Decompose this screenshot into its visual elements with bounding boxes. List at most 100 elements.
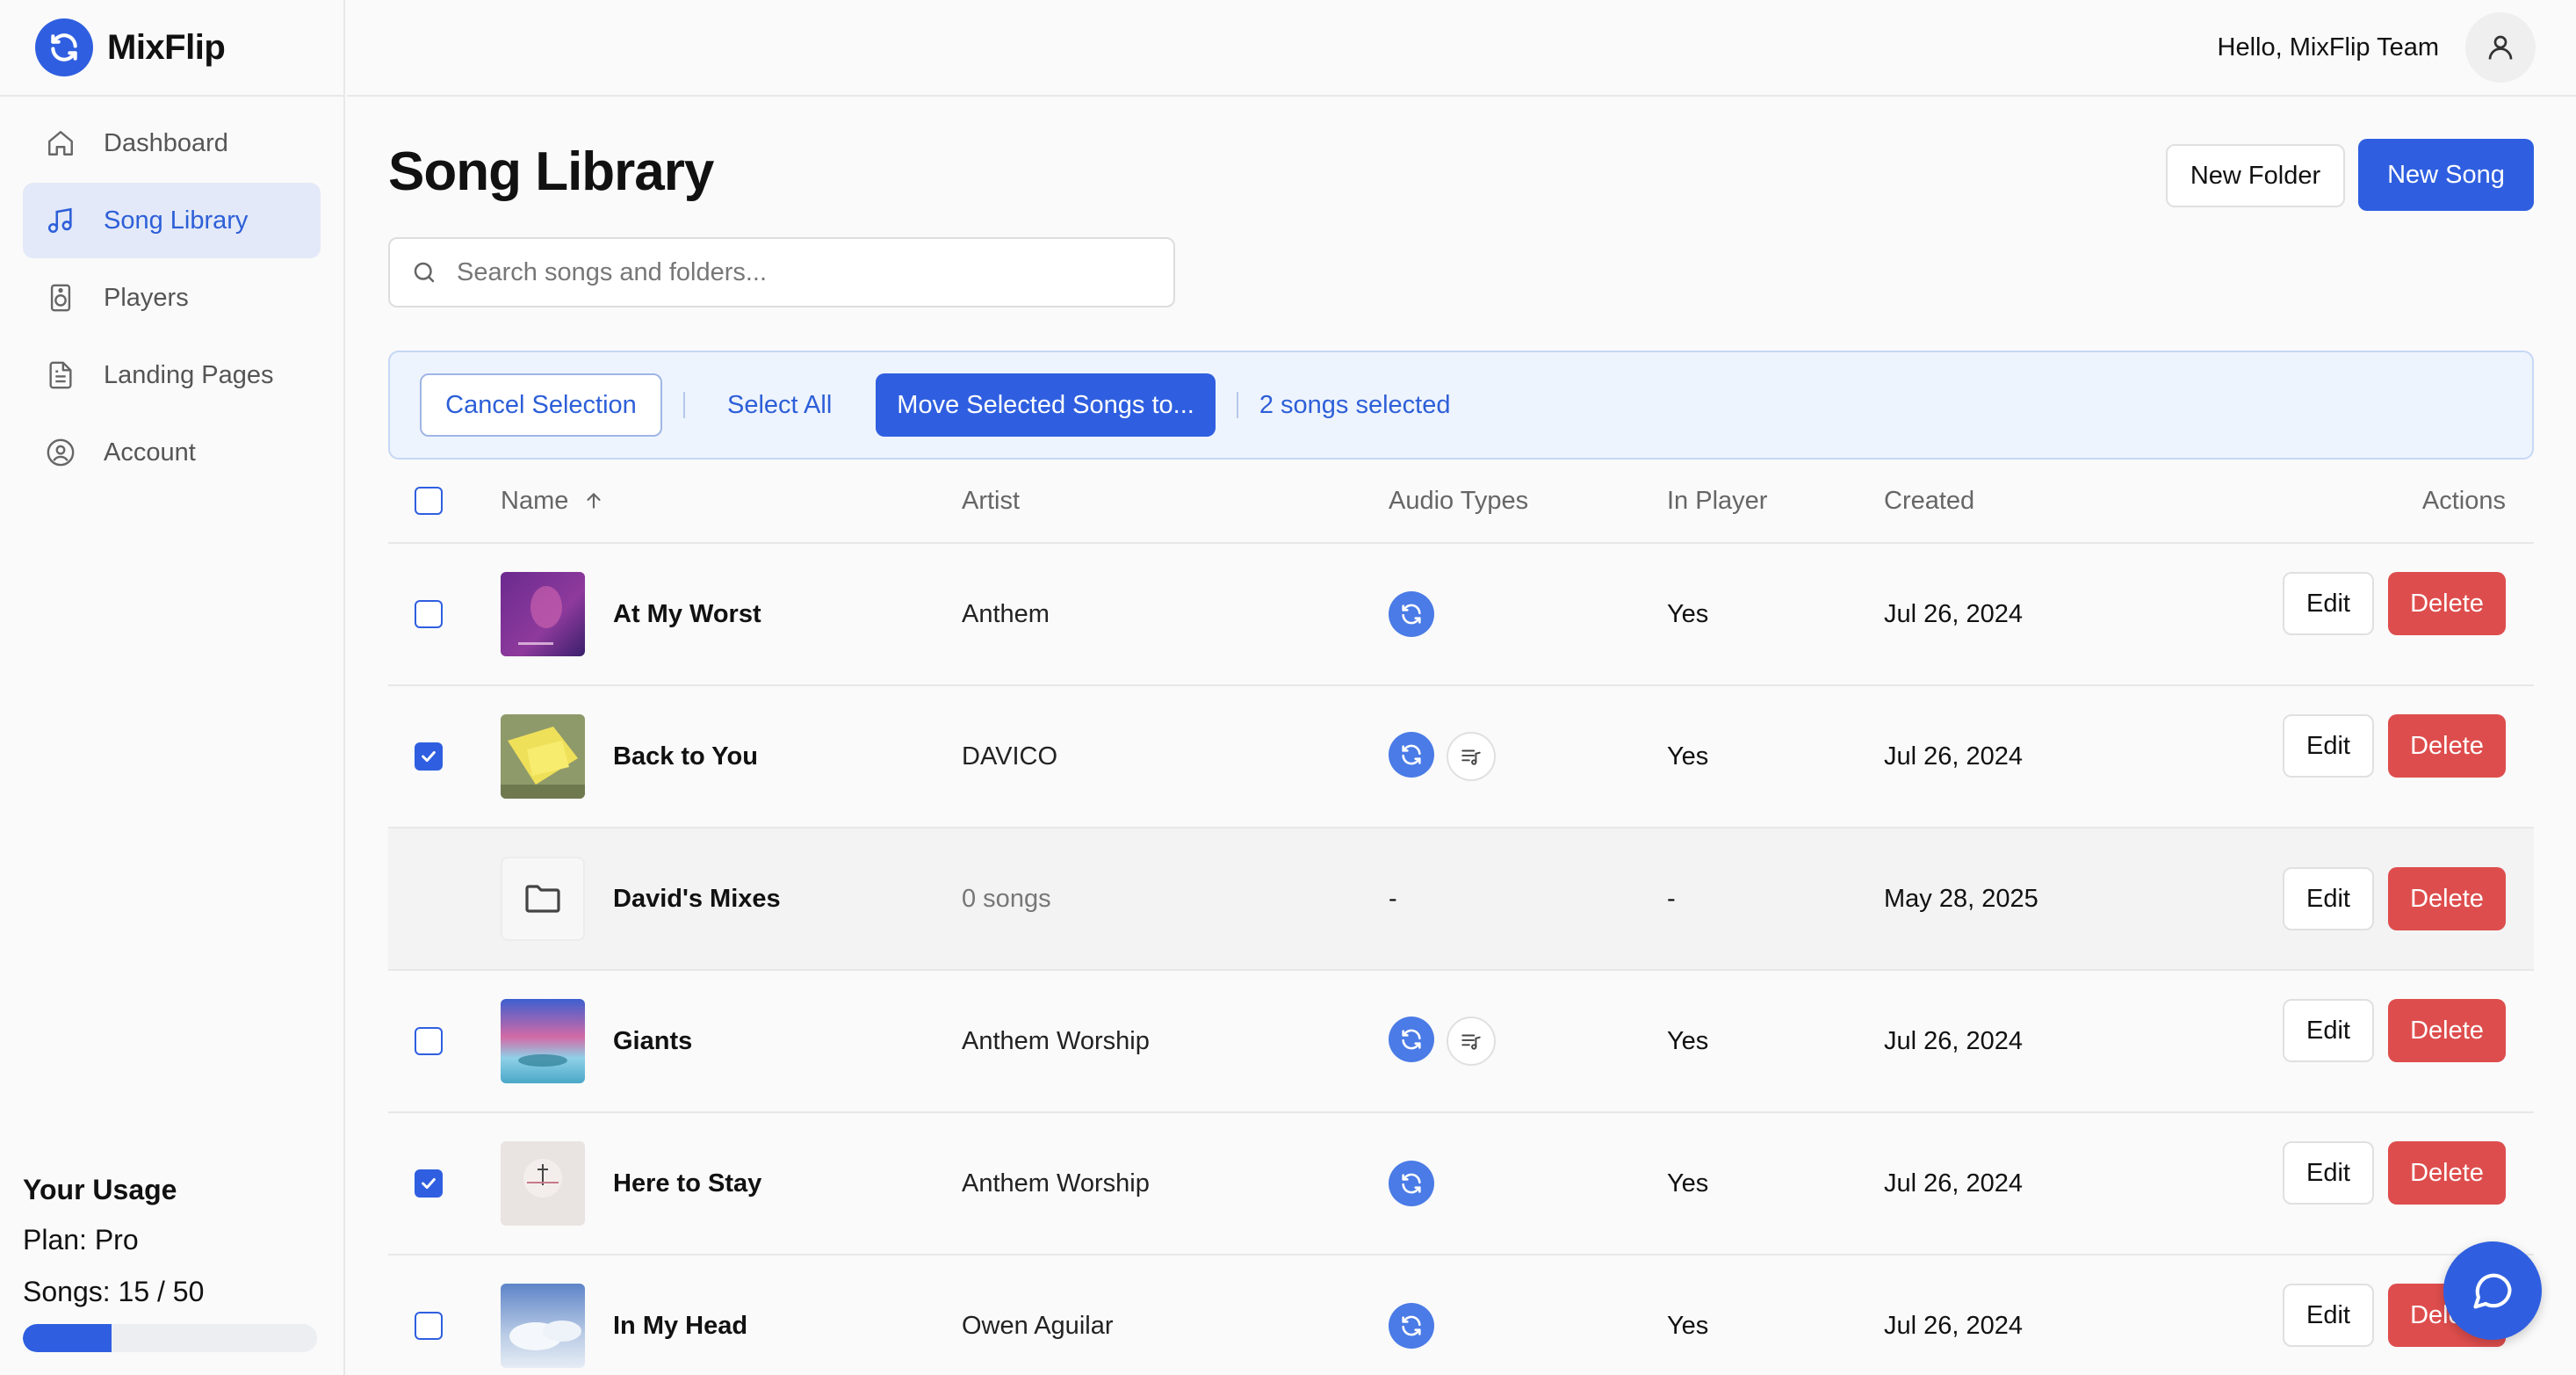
in-player-value: - <box>1667 884 1676 913</box>
main-content: Song Library New Folder New Song Cancel … <box>388 97 2534 1368</box>
in-player-value: Yes <box>1667 1026 1709 1055</box>
divider <box>1236 392 1238 418</box>
check-icon <box>422 750 436 763</box>
sync-audio-icon <box>1389 591 1434 637</box>
sidebar-nav: Dashboard Song Library Players Landing P… <box>0 0 343 492</box>
new-folder-button[interactable]: New Folder <box>2166 144 2345 207</box>
table-row[interactable]: In My Head Owen Aguilar Yes Jul 26, 2024… <box>388 1256 2534 1375</box>
playlist-audio-icon <box>1447 1017 1496 1066</box>
in-player-value: Yes <box>1667 1169 1709 1198</box>
select-all-checkbox-cell <box>415 487 443 515</box>
greeting: Hello, MixFlip Team <box>2217 33 2439 62</box>
sidebar-item-label: Landing Pages <box>104 360 274 389</box>
edit-button[interactable]: Edit <box>2283 714 2374 778</box>
song-name[interactable]: At My Worst <box>613 600 761 629</box>
chat-button[interactable] <box>2443 1241 2542 1340</box>
sidebar-item-dashboard[interactable]: Dashboard <box>23 105 321 181</box>
row-checkbox[interactable] <box>415 600 443 628</box>
created-date: Jul 26, 2024 <box>1884 1169 2024 1198</box>
sidebar: MixFlip Dashboard Song Library Players L… <box>0 0 345 1375</box>
search-box[interactable] <box>388 237 1175 308</box>
audio-types <box>1389 1303 1434 1349</box>
sidebar-item-players[interactable]: Players <box>23 260 321 336</box>
album-art <box>501 1284 585 1368</box>
speaker-icon <box>50 284 71 312</box>
song-artist: Anthem Worship <box>962 1169 1150 1198</box>
sort-ascending-icon <box>587 492 601 509</box>
delete-button[interactable]: Delete <box>2388 867 2506 930</box>
new-song-button[interactable]: New Song <box>2358 139 2534 211</box>
delete-button[interactable]: Delete <box>2388 1141 2506 1205</box>
search-icon <box>414 262 435 283</box>
search-input[interactable] <box>457 257 1142 287</box>
selection-count: 2 songs selected <box>1259 390 1451 419</box>
edit-button[interactable]: Edit <box>2283 572 2374 635</box>
created-date: May 28, 2025 <box>1884 884 2038 913</box>
song-table: Name Artist Audio Types In Player Create… <box>388 460 2534 1375</box>
album-art <box>501 572 585 656</box>
created-date: Jul 26, 2024 <box>1884 1311 2024 1340</box>
song-name[interactable]: In My Head <box>613 1312 747 1341</box>
column-header-in-player[interactable]: In Player <box>1667 487 1767 516</box>
song-name[interactable]: Giants <box>613 1027 692 1056</box>
sidebar-item-label: Dashboard <box>104 128 228 157</box>
sidebar-item-song-library[interactable]: Song Library <box>23 183 321 258</box>
document-icon <box>49 361 72 389</box>
song-artist: Owen Aguilar <box>962 1311 1114 1340</box>
chat-bubble-icon <box>2473 1273 2512 1309</box>
title-row: Song Library New Folder New Song <box>388 97 2534 237</box>
edit-button[interactable]: Edit <box>2283 1141 2374 1205</box>
user-circle-icon <box>47 438 75 467</box>
edit-button[interactable]: Edit <box>2283 1284 2374 1347</box>
edit-button[interactable]: Edit <box>2283 867 2374 930</box>
audio-types <box>1389 732 1496 781</box>
sidebar-item-account[interactable]: Account <box>23 415 321 490</box>
select-all-checkbox[interactable] <box>415 487 443 515</box>
select-all-button[interactable]: Select All <box>706 373 853 437</box>
row-checkbox[interactable] <box>415 1312 443 1340</box>
table-row[interactable]: Giants Anthem Worship Yes Jul 26, 2024 E… <box>388 971 2534 1113</box>
column-header-artist[interactable]: Artist <box>962 487 1020 516</box>
song-artist: Anthem <box>962 599 1050 628</box>
column-header-actions: Actions <box>2421 486 2506 515</box>
sidebar-item-landing-pages[interactable]: Landing Pages <box>23 337 321 413</box>
album-art <box>501 999 585 1083</box>
sidebar-item-label: Players <box>104 283 189 312</box>
folder-icon <box>501 857 585 941</box>
song-artist: DAVICO <box>962 742 1058 771</box>
delete-button[interactable]: Delete <box>2388 572 2506 635</box>
move-selected-button[interactable]: Move Selected Songs to... <box>876 373 1216 437</box>
edit-button[interactable]: Edit <box>2283 999 2374 1062</box>
in-player-value: Yes <box>1667 599 1709 628</box>
column-label: Name <box>501 486 569 515</box>
row-checkbox[interactable] <box>415 1027 443 1055</box>
song-name[interactable]: Here to Stay <box>613 1169 761 1198</box>
sync-audio-icon <box>1389 1303 1434 1349</box>
table-row[interactable]: Here to Stay Anthem Worship Yes Jul 26, … <box>388 1113 2534 1256</box>
folder-name[interactable]: David's Mixes <box>613 885 781 914</box>
in-player-value: Yes <box>1667 742 1709 771</box>
row-checkbox[interactable] <box>415 1169 443 1198</box>
delete-button[interactable]: Delete <box>2388 714 2506 778</box>
sync-audio-icon <box>1389 732 1434 778</box>
row-checkbox[interactable] <box>415 742 443 771</box>
sidebar-item-label: Song Library <box>104 206 249 235</box>
avatar[interactable] <box>2465 12 2536 83</box>
table-row[interactable]: At My Worst Anthem Yes Jul 26, 2024 Edit… <box>388 544 2534 686</box>
folder-row[interactable]: David's Mixes 0 songs - - May 28, 2025 E… <box>388 829 2534 971</box>
song-name[interactable]: Back to You <box>613 742 758 771</box>
created-date: Jul 26, 2024 <box>1884 742 2024 771</box>
column-header-audio-types: Audio Types <box>1389 486 1529 515</box>
delete-button[interactable]: Delete <box>2388 999 2506 1062</box>
table-header: Name Artist Audio Types In Player Create… <box>388 460 2534 544</box>
page-title: Song Library <box>388 141 714 202</box>
column-header-name[interactable]: Name <box>501 487 605 516</box>
cancel-selection-button[interactable]: Cancel Selection <box>420 373 662 437</box>
sync-audio-icon <box>1389 1161 1434 1206</box>
audio-types <box>1389 1017 1496 1066</box>
column-header-created[interactable]: Created <box>1884 487 1974 516</box>
in-player-value: Yes <box>1667 1311 1709 1340</box>
audio-types <box>1389 1161 1434 1206</box>
usage-title: Your Usage <box>23 1174 177 1205</box>
table-row[interactable]: Back to You DAVICO Yes Jul 26, 2024 Edit… <box>388 686 2534 829</box>
